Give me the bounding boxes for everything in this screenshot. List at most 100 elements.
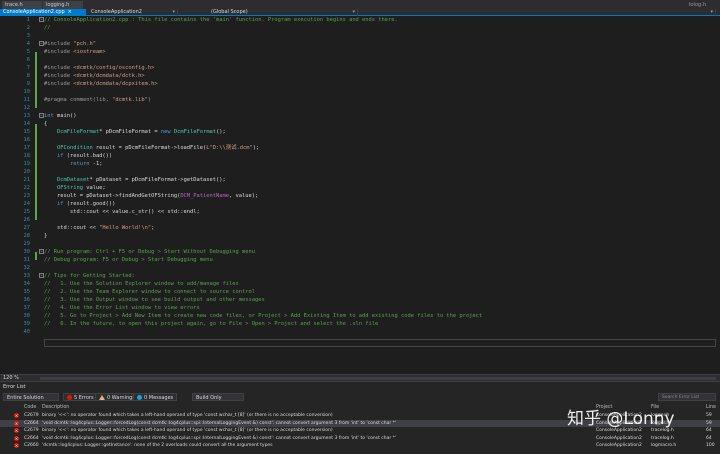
code-line[interactable]: 14 {: [0, 120, 720, 128]
code-text: result = pDataset->findAndGetOFString(DC…: [44, 192, 258, 200]
code-line[interactable]: 33−// Tips for Getting Started:: [0, 272, 720, 280]
code-line[interactable]: 20: [0, 168, 720, 176]
code-line[interactable]: 38 // 5. Go to Project > Add New Item to …: [0, 312, 720, 320]
code-token: "Hello World!\n": [99, 225, 152, 231]
code-token: value;: [82, 185, 106, 191]
line-number: 38: [23, 313, 31, 319]
line-number: 39: [23, 321, 31, 327]
code-token: <dcmtk/config/osconfig.h>: [73, 65, 155, 71]
code-line[interactable]: 28}: [0, 232, 720, 240]
code-line[interactable]: 7 #include <dcmtk/config/osconfig.h>: [0, 64, 720, 72]
code-line[interactable]: 10: [0, 88, 720, 96]
code-line[interactable]: 5 #include <iostream>: [0, 48, 720, 56]
code-line[interactable]: 22 OFString value;: [0, 184, 720, 192]
code-line[interactable]: 19 return -1;: [0, 160, 720, 168]
error-icon: ×: [14, 413, 19, 418]
line-number: 27: [23, 225, 31, 231]
overflow-tab[interactable]: tolog.h: [689, 1, 706, 9]
code-text: #include <iostream>: [44, 48, 106, 56]
code-line[interactable]: 9 #include <dcmtk/dcmdata/dcpxitem.h>: [0, 80, 720, 88]
code-line[interactable]: 6: [0, 56, 720, 64]
member-dropdown[interactable]: ▾: [500, 9, 716, 16]
code-token: * pDcmFileFormat =: [99, 129, 161, 135]
code-text: #include <dcmtk/config/osconfig.h>: [44, 64, 154, 72]
horizontal-scrollbar[interactable]: [40, 377, 716, 380]
warnings-count: 0 Warnings: [107, 395, 135, 401]
code-text: OFCondition result = pDcmFileFormat->loa…: [44, 144, 259, 152]
code-line[interactable]: 8 #include <dcmtk/dcmdata/dctk.h>: [0, 72, 720, 80]
code-line[interactable]: 15 DcmFileFormat* pDcmFileFormat = new D…: [0, 128, 720, 136]
line-number: 37: [23, 305, 31, 311]
code-line[interactable]: 12: [0, 104, 720, 112]
code-line[interactable]: 1−// ConsoleApplication2.cpp : This file…: [0, 16, 720, 24]
code-line[interactable]: 40: [0, 328, 720, 336]
code-token: // ConsoleApplication2.cpp : This file c…: [44, 17, 398, 23]
code-line[interactable]: 3: [0, 32, 720, 40]
code-line[interactable]: 16: [0, 136, 720, 144]
code-line[interactable]: 37 // 4. Use the Error List window to vie…: [0, 304, 720, 312]
code-line[interactable]: 39 // 6. In the future, to open this proj…: [0, 320, 720, 328]
code-token: <dcmtk/dcmdata/dctk.h>: [73, 73, 145, 79]
col-line[interactable]: Line: [706, 404, 716, 411]
build-filter-dropdown[interactable]: Build Only: [192, 393, 244, 401]
chevron-down-icon: ▾: [172, 9, 175, 15]
error-icon: ×: [14, 428, 19, 433]
code-text: return -1;: [44, 160, 102, 168]
code-line[interactable]: 35 // 2. Use the Team Explorer window to …: [0, 288, 720, 296]
code-token: #include: [44, 49, 74, 55]
code-text: // 6. In the future, to open this projec…: [44, 320, 378, 328]
code-line[interactable]: 36 // 3. Use the Output window to see bui…: [0, 296, 720, 304]
error-line: 64: [706, 428, 712, 433]
messages-filter-button[interactable]: 0 Messages: [133, 393, 178, 401]
document-tab-bar: trace.h logging.h ConsoleApplication2.cp…: [0, 0, 720, 16]
line-number: 31: [23, 257, 31, 263]
code-line[interactable]: 2 //: [0, 24, 720, 32]
code-line[interactable]: 11 #pragma comment(lib, "dcmtk.lib"): [0, 96, 720, 104]
line-number: 25: [23, 209, 31, 215]
code-text: }: [44, 232, 47, 240]
error-project: ConsoleApplication2: [596, 435, 642, 441]
error-search-input[interactable]: Search Error List: [658, 393, 716, 401]
line-number: 26: [23, 217, 31, 223]
code-token: std::cout <<: [44, 225, 100, 231]
tab-logging-h[interactable]: logging.h: [43, 1, 83, 9]
col-description[interactable]: Description: [42, 404, 69, 411]
tab-trace-h[interactable]: trace.h: [2, 1, 42, 9]
code-line[interactable]: 23 result = pDataset->findAndGetOFString…: [0, 192, 720, 200]
code-line[interactable]: 34 // 1. Use the Solution Explorer window…: [0, 280, 720, 288]
tab-consoleapplication2-cpp[interactable]: ConsoleApplication2.cpp ×: [0, 9, 86, 16]
global-scope-dropdown[interactable]: (Global Scope) ▾: [208, 9, 358, 16]
code-token: // 1. Use the Solution Explorer window t…: [44, 281, 239, 287]
error-icon: [67, 395, 72, 400]
code-line[interactable]: 26: [0, 216, 720, 224]
error-code: C2664: [24, 435, 39, 441]
errors-filter-button[interactable]: 5 Errors: [63, 393, 98, 401]
code-line[interactable]: 18 if (result.bad()): [0, 152, 720, 160]
code-line[interactable]: 31 // Debug program: F5 or Debug > Start …: [0, 256, 720, 264]
code-line[interactable]: 24 if (result.good()): [0, 200, 720, 208]
error-row[interactable]: × C2660'dcmtk::log4cplus::Logger::getInst…: [0, 442, 720, 449]
error-icon: ×: [14, 435, 19, 441]
code-line[interactable]: 29: [0, 240, 720, 248]
line-number: 23: [23, 193, 31, 199]
code-line[interactable]: 30−// Run program: Ctrl + F5 or Debug > …: [0, 248, 720, 256]
line-number: 10: [23, 89, 31, 95]
code-line[interactable]: 25 std::cout << value.c_str() << std::en…: [0, 208, 720, 216]
code-line[interactable]: 13− int main(): [0, 112, 720, 120]
code-line[interactable]: 27 std::cout << "Hello World!\n";: [0, 224, 720, 232]
scope-dropdown[interactable]: Entire Solution: [3, 393, 59, 401]
code-editor[interactable]: 1−// ConsoleApplication2.cpp : This file…: [0, 16, 720, 374]
error-line: 100: [706, 443, 715, 448]
code-line[interactable]: 17 OFCondition result = pDcmFileFormat->…: [0, 144, 720, 152]
code-line[interactable]: 21 DcmDataset* pDataset = pDcmFileFormat…: [0, 176, 720, 184]
code-line[interactable]: 32: [0, 264, 720, 272]
code-line[interactable]: 4− #include "pch.h": [0, 40, 720, 48]
code-text: #include "pch.h": [44, 40, 96, 48]
error-row[interactable]: × C2664'void dcmtk::log4cplus::Logger::fo…: [0, 435, 720, 442]
project-scope-dropdown[interactable]: ConsoleApplication2 ▾: [88, 9, 178, 16]
code-text: {: [44, 120, 47, 128]
close-icon[interactable]: ×: [68, 9, 72, 15]
col-code[interactable]: Code: [24, 404, 36, 411]
code-token: );: [252, 145, 260, 151]
